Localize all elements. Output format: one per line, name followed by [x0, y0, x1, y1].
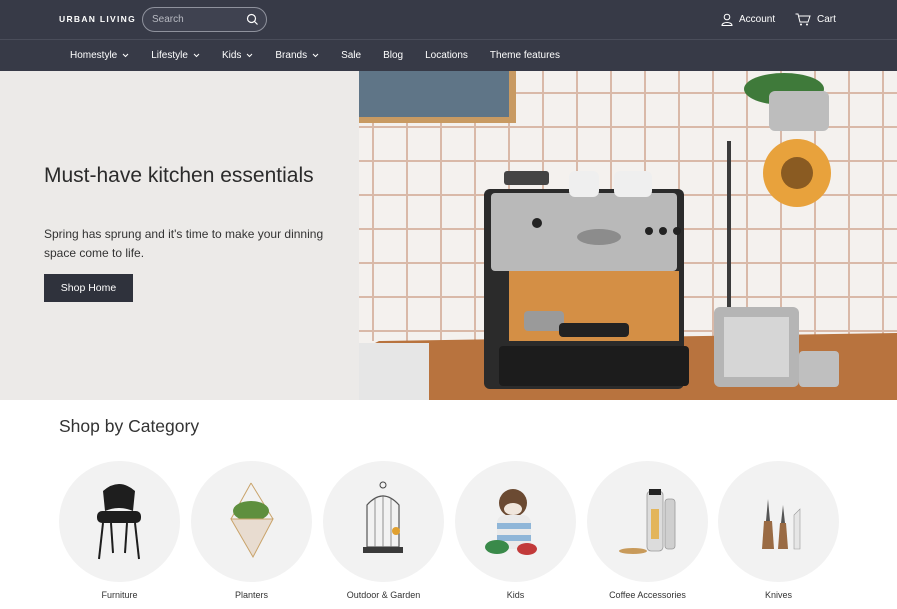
- cart-icon: [795, 13, 811, 26]
- category-coffee-accessories[interactable]: Coffee Accessories: [587, 461, 708, 600]
- category-outdoor-garden[interactable]: Outdoor & Garden: [323, 461, 444, 600]
- category-label[interactable]: Planters: [181, 590, 322, 600]
- nav-item-label: Sale: [341, 50, 362, 61]
- search-icon[interactable]: [246, 13, 259, 26]
- category-kids[interactable]: Kids: [455, 461, 576, 600]
- category-label[interactable]: Kids: [445, 590, 586, 600]
- nav-item-sale[interactable]: Sale: [341, 50, 361, 61]
- sock-monkey-icon[interactable]: [455, 461, 576, 582]
- category-furniture[interactable]: Furniture: [59, 461, 180, 600]
- nav-item-label: Theme features: [489, 50, 560, 61]
- chair-icon[interactable]: [59, 461, 180, 582]
- planter-image: [230, 482, 274, 559]
- category-heading: Shop by Category: [59, 416, 200, 436]
- hero-subtitle: Spring has sprung and it's time to make …: [44, 227, 324, 260]
- nav-item-label: Blog: [383, 50, 404, 61]
- nav-item-label: Lifestyle: [151, 50, 188, 61]
- nav-item-theme-features[interactable]: Theme features: [490, 50, 560, 61]
- hero-image-espresso-machine[interactable]: [359, 71, 897, 400]
- birdcage-icon[interactable]: [323, 461, 444, 582]
- nav-item-blog[interactable]: Blog: [383, 50, 403, 61]
- category-label[interactable]: Coffee Accessories: [577, 590, 718, 600]
- main-nav: Homestyle Lifestyle Kids Brands Sale Blog Loca…: [0, 39, 897, 71]
- store-logo[interactable]: URBAN LIVING: [59, 14, 136, 24]
- knives-icon[interactable]: [718, 461, 839, 582]
- shop-home-button[interactable]: Shop Home: [44, 274, 133, 302]
- hero-title: Must-have kitchen essentials: [44, 164, 314, 187]
- cart-link[interactable]: Cart: [795, 12, 836, 27]
- search-input[interactable]: [152, 12, 242, 27]
- planter-icon[interactable]: [191, 461, 312, 582]
- search-box[interactable]: [142, 7, 267, 32]
- coffee-grinder-icon[interactable]: [587, 461, 708, 582]
- chevron-down-icon: [193, 53, 200, 58]
- nav-item-label: Brands: [275, 50, 308, 61]
- category-planters[interactable]: Planters: [191, 461, 312, 600]
- category-knives[interactable]: Knives: [718, 461, 839, 600]
- nav-item-label: Kids: [221, 50, 242, 61]
- nav-item-kids[interactable]: Kids: [222, 50, 253, 61]
- chevron-down-icon: [312, 53, 319, 58]
- knives-image: [762, 499, 801, 550]
- birdcage-image: [363, 481, 403, 553]
- nav-item-lifestyle[interactable]: Lifestyle: [151, 50, 200, 61]
- category-list: Furniture Planters Outdoor & Garden Kids Cof…: [59, 461, 849, 609]
- chair-image: [97, 484, 141, 560]
- sock-monkey-image: [485, 489, 537, 555]
- nav-item-label: Locations: [425, 50, 468, 61]
- chevron-down-icon: [122, 53, 129, 58]
- account-link[interactable]: Account: [721, 12, 775, 27]
- nav-item-brands[interactable]: Brands: [275, 50, 319, 61]
- category-label[interactable]: Furniture: [49, 590, 190, 600]
- nav-item-locations[interactable]: Locations: [425, 50, 468, 61]
- chevron-down-icon: [247, 53, 253, 58]
- nav-item-homestyle[interactable]: Homestyle: [70, 50, 129, 61]
- account-label: Account: [739, 14, 776, 25]
- cart-label: Cart: [817, 14, 836, 25]
- user-icon: [721, 13, 733, 26]
- nav-item-label: Homestyle: [70, 50, 118, 61]
- coffee-grinder-image: [619, 489, 676, 554]
- top-header: URBAN LIVING Account Cart: [0, 0, 897, 39]
- category-label[interactable]: Outdoor & Garden: [313, 590, 454, 600]
- category-label[interactable]: Knives: [708, 590, 849, 600]
